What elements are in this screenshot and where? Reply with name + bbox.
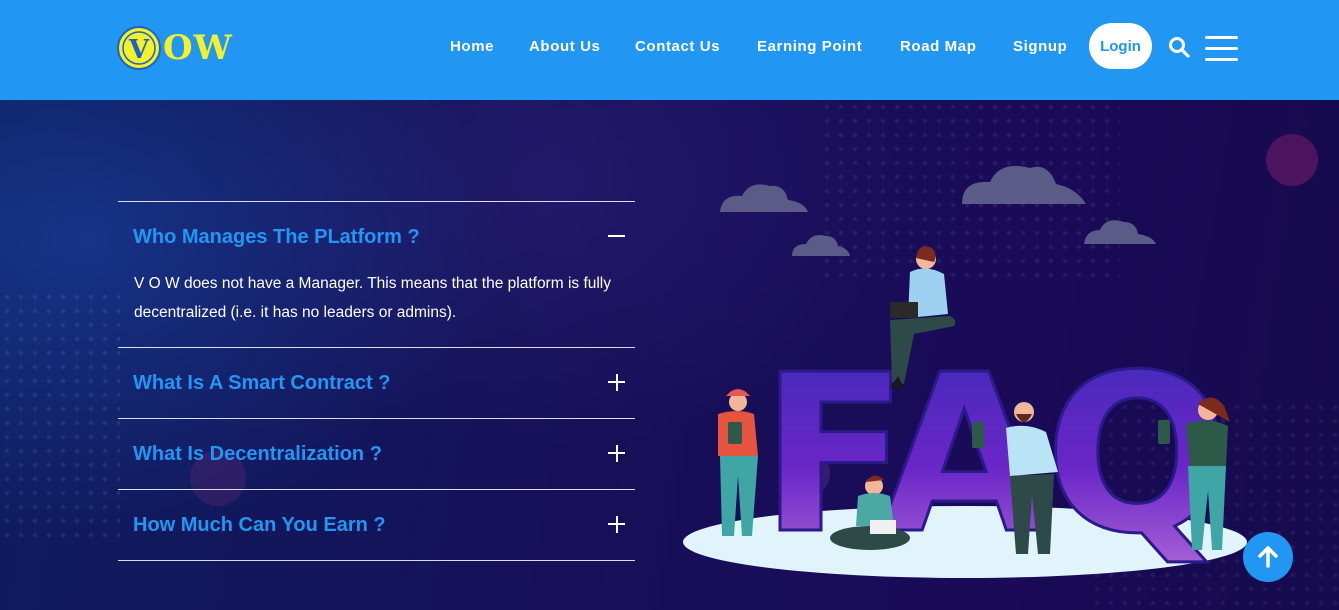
faq-answer: V O W does not have a Manager. This mean… [134, 275, 612, 321]
faq-question-header[interactable]: What Is Decentralization ? [118, 419, 635, 489]
faq-question: What Is A Smart Contract ? [133, 371, 391, 394]
hamburger-menu-icon[interactable] [1205, 36, 1238, 61]
nav-road-map[interactable]: Road Map [900, 38, 976, 55]
faq-item: What Is A Smart Contract ? [118, 347, 635, 418]
faq-question-header[interactable]: What Is A Smart Contract ? [118, 348, 635, 418]
site-header: V OW Home About Us Contact Us Earning Po… [0, 0, 1339, 100]
faq-illustration: FAQ [683, 165, 1247, 584]
nav-earning-point[interactable]: Earning Point [757, 38, 862, 55]
search-button[interactable] [1168, 36, 1190, 58]
faq-item: What Is Decentralization ? [118, 418, 635, 489]
faq-question-header[interactable]: How Much Can You Earn ? [118, 490, 635, 560]
faq-question: How Much Can You Earn ? [133, 513, 386, 536]
faq-question: What Is Decentralization ? [133, 442, 382, 465]
faq-item: How Much Can You Earn ? [118, 489, 635, 561]
nav-signup[interactable]: Signup [1013, 38, 1067, 55]
plus-icon[interactable] [608, 374, 625, 391]
nav-home[interactable]: Home [450, 38, 494, 55]
minus-icon[interactable] [608, 228, 625, 245]
faq-question-header[interactable]: Who Manages The PLatform ? [118, 202, 635, 272]
faq-letters: FAQ [760, 329, 1226, 582]
cloud-icon [720, 165, 1156, 256]
nav-about-us[interactable]: About Us [529, 38, 600, 55]
dot-pattern [0, 290, 120, 540]
faq-item: Who Manages The PLatform ? V O W does no… [118, 201, 635, 347]
decor-bubble [1266, 134, 1318, 186]
faq-question: Who Manages The PLatform ? [133, 225, 420, 248]
plus-icon[interactable] [608, 516, 625, 533]
login-button[interactable]: Login [1089, 23, 1152, 69]
faq-accordion: Who Manages The PLatform ? V O W does no… [118, 201, 635, 561]
scroll-to-top-button[interactable] [1243, 532, 1293, 582]
plus-icon[interactable] [608, 445, 625, 462]
person-left [718, 389, 758, 536]
arrow-up-icon [1258, 546, 1278, 568]
search-icon [1169, 37, 1190, 58]
nav-contact-us[interactable]: Contact Us [635, 38, 720, 55]
